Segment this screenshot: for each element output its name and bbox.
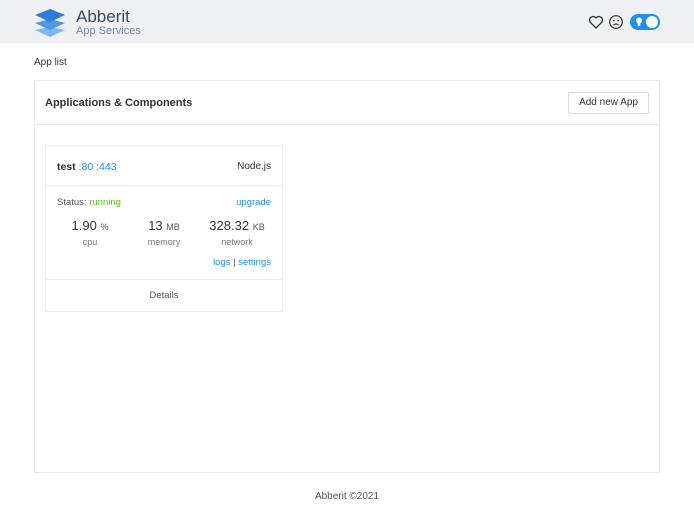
details-button[interactable]: Details: [46, 279, 282, 311]
page-footer: Abberit ©2021: [314, 491, 380, 502]
upgrade-link[interactable]: upgrade: [236, 197, 271, 208]
add-new-app-button[interactable]: Add new App: [568, 92, 649, 114]
links-separator: |: [233, 257, 236, 268]
heart-icon[interactable]: [588, 14, 604, 30]
network-stat: 328.32 KB network: [202, 218, 272, 247]
logo-stack-icon[interactable]: [34, 7, 66, 37]
brand-subtitle: App Services: [76, 25, 141, 37]
memory-unit: MB: [166, 222, 180, 232]
applications-panel: Applications & Components Add new App te…: [34, 80, 660, 473]
cpu-unit: %: [100, 222, 109, 232]
network-value: 328.32: [209, 218, 250, 233]
app-name[interactable]: test :80 :443: [57, 161, 117, 173]
lightbulb-icon: [636, 17, 642, 26]
header-actions: [588, 14, 660, 30]
memory-stat: 13 MB memory: [129, 218, 199, 247]
cpu-value: 1.90: [71, 218, 97, 233]
breadcrumb[interactable]: App list: [34, 57, 67, 68]
app-card: test :80 :443 Node.js Status: running up…: [45, 145, 283, 312]
logs-link[interactable]: logs: [213, 257, 230, 268]
app-header: Abberit App Services: [0, 0, 694, 43]
toggle-knob: [646, 16, 658, 28]
status-row: Status: running: [57, 197, 121, 208]
app-runtime: Node.js: [237, 161, 271, 172]
app-ports: :80 :443: [78, 161, 117, 173]
status-label: Status:: [57, 197, 90, 208]
cpu-stat: 1.90 % cpu: [55, 218, 125, 247]
app-card-header: test :80 :443 Node.js: [46, 146, 282, 186]
cpu-label: cpu: [82, 237, 98, 247]
panel-header: Applications & Components Add new App: [35, 81, 659, 125]
app-name-text: test: [57, 161, 76, 173]
settings-link[interactable]: settings: [238, 257, 271, 268]
network-label: network: [221, 237, 253, 247]
network-unit: KB: [252, 222, 265, 232]
panel-title: Applications & Components: [45, 97, 193, 109]
frown-face-icon[interactable]: [608, 14, 624, 30]
memory-value: 13: [148, 218, 163, 233]
status-value: running: [89, 197, 121, 208]
theme-toggle[interactable]: [630, 14, 660, 30]
app-links: logs | settings: [213, 257, 271, 268]
memory-label: memory: [147, 237, 181, 247]
brand-name: Abberit: [76, 7, 130, 26]
